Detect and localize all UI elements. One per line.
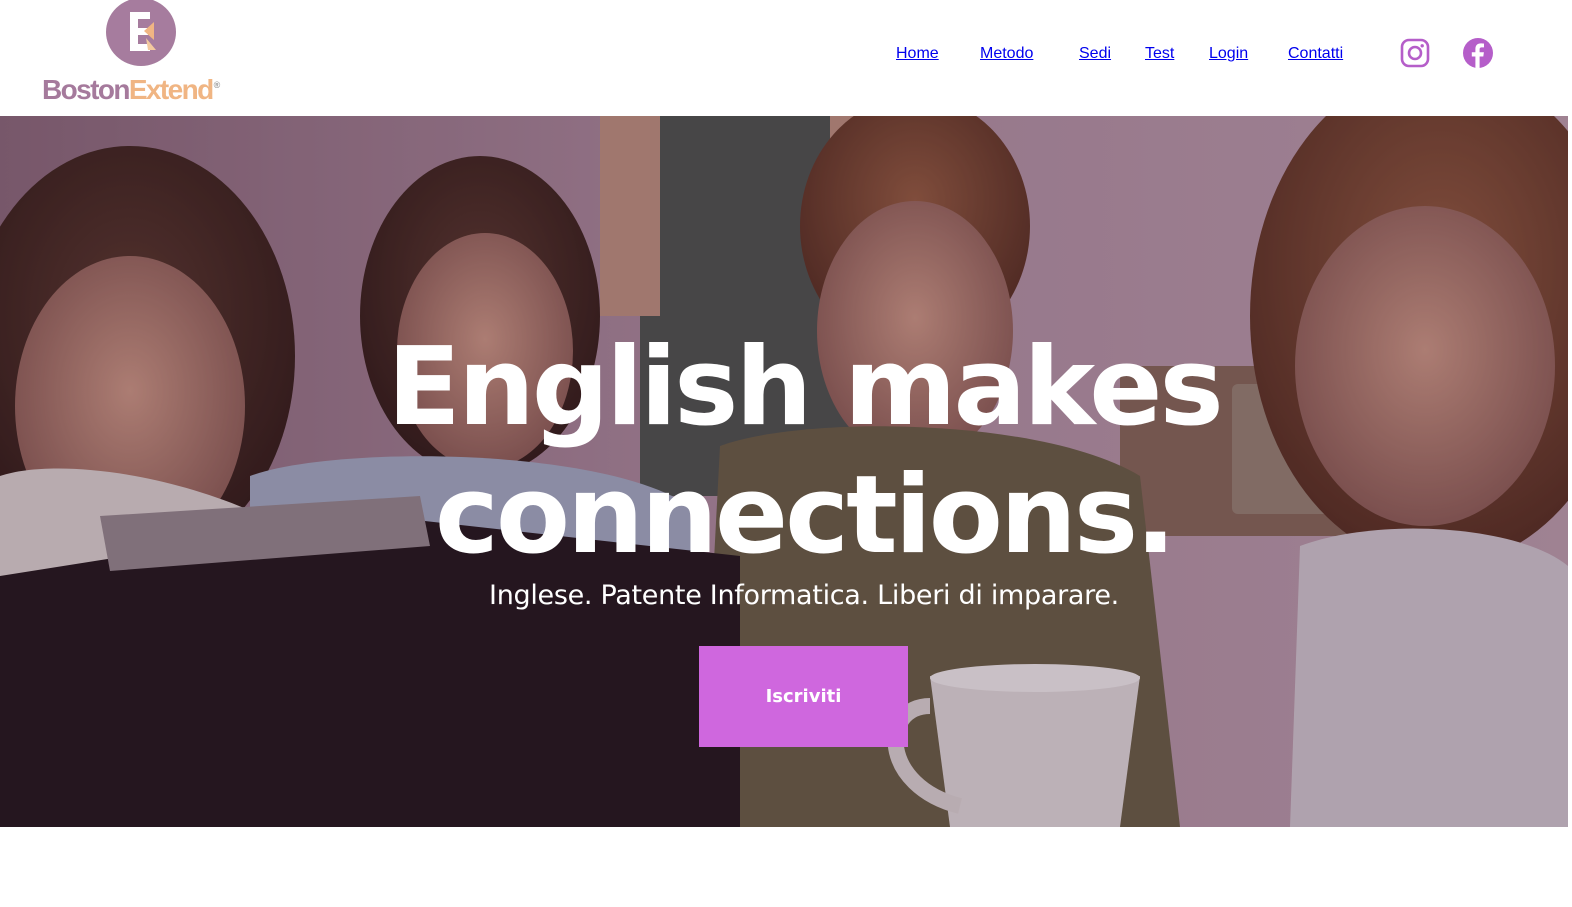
brand-logo[interactable]: BostonExtend®	[38, 0, 248, 112]
site-header: BostonExtend® Home Metodo Sedi Test Logi…	[0, 0, 1572, 116]
nav-item-sedi[interactable]: Sedi	[1079, 45, 1111, 63]
nav-item-test[interactable]: Test	[1145, 45, 1174, 63]
nav-item-contatti[interactable]: Contatti	[1288, 45, 1343, 63]
iscriviti-button[interactable]: Iscriviti	[699, 646, 908, 747]
instagram-icon[interactable]	[1399, 37, 1431, 69]
brand-wordmark: BostonExtend®	[42, 74, 221, 106]
hero-headline-line2: connections.	[434, 453, 1176, 578]
nav-item-home[interactable]: Home	[896, 45, 939, 63]
nav-item-metodo[interactable]: Metodo	[980, 45, 1033, 63]
hero-headline: English makes connections.	[0, 324, 1568, 580]
brand-name-part1: Boston	[42, 74, 130, 105]
brand-name-part2: Extend	[128, 74, 214, 105]
hero-section: English makes connections. Inglese. Pate…	[0, 116, 1568, 827]
hero-subheadline: Inglese. Patente Informatica. Liberi di …	[489, 580, 1119, 611]
facebook-icon[interactable]	[1462, 37, 1494, 69]
be-monogram-logo-icon	[106, 0, 176, 66]
hero-headline-line1: English makes	[387, 325, 1224, 450]
nav-item-login[interactable]: Login	[1209, 45, 1248, 63]
registered-mark: ®	[213, 80, 221, 90]
